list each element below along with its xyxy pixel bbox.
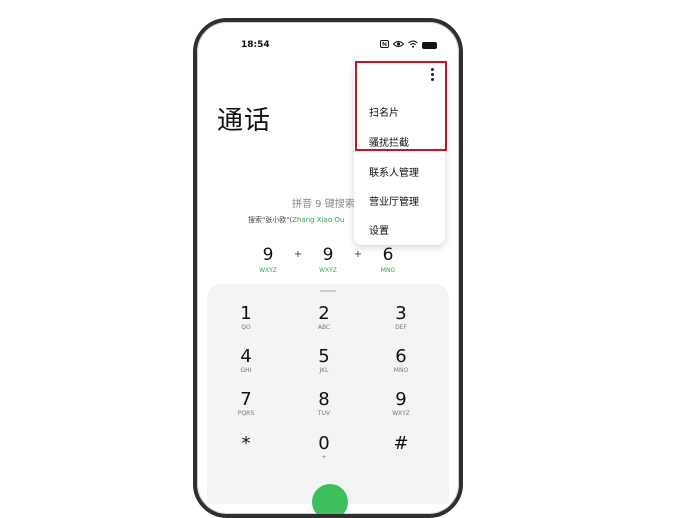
search-suggestion-pinyin: Zhang Xiao Ou [292,216,345,224]
highlight-box [355,61,447,151]
status-icons [380,40,437,51]
digit-separator: + [293,249,303,260]
dialed-number: 9 WXYZ + 9 WXYZ + 6 MNO [253,246,403,274]
menu-item-contacts-manage[interactable]: 联系人管理 [369,164,419,179]
dialed-digit: 6 MNO [373,246,403,274]
key-2[interactable]: 2 ABC [294,304,354,332]
key-7[interactable]: 7 PQRS [216,390,276,418]
search-suggestion-name: 搜索"张小欧"( [248,216,293,224]
dialed-digit: 9 WXYZ [313,246,343,274]
dialed-digit: 9 WXYZ [253,246,283,274]
keypad-drag-handle[interactable] [320,290,336,292]
call-button[interactable] [312,484,348,514]
key-1[interactable]: 1 QO [216,304,276,332]
key-4[interactable]: 4 GHI [216,347,276,375]
dialed-digit-letters: WXYZ [319,267,337,274]
key-8[interactable]: 8 TUV [294,390,354,418]
dialed-digit-letters: MNO [380,267,396,274]
key-hash[interactable]: # [371,434,431,454]
page-title: 通话 [217,106,272,136]
dialed-digit-letters: WXYZ [259,267,277,274]
menu-item-service-hall[interactable]: 营业厅管理 [369,193,419,208]
wifi-icon [408,40,418,51]
status-time: 18:54 [241,40,270,50]
key-5[interactable]: 5 JKL [294,347,354,375]
key-9[interactable]: 9 WXYZ [371,390,431,418]
nfc-icon [380,40,389,51]
search-suggestion[interactable]: 搜索"张小欧"(Zhang Xiao Ou [248,215,344,225]
pinyin-search-hint: 拼音 9 键搜索 [292,199,355,210]
key-0[interactable]: 0 + [294,434,354,462]
dialed-digit-value: 9 [262,245,274,265]
dialed-digit-value: 9 [322,245,334,265]
status-bar: 18:54 [197,40,459,56]
key-star[interactable]: * [216,434,276,454]
digit-separator: + [353,249,363,260]
key-3[interactable]: 3 DEF [371,304,431,332]
dialed-digit-value: 6 [382,245,394,265]
dial-keypad: 1 QO 2 ABC 3 DEF 4 GHI 5 JKL 6 MNO 7 PQRS 8 TUV … [207,284,449,514]
menu-item-settings[interactable]: 设置 [369,222,389,237]
battery-icon [422,42,437,49]
key-6[interactable]: 6 MNO [371,347,431,375]
eye-comfort-icon [392,40,405,51]
